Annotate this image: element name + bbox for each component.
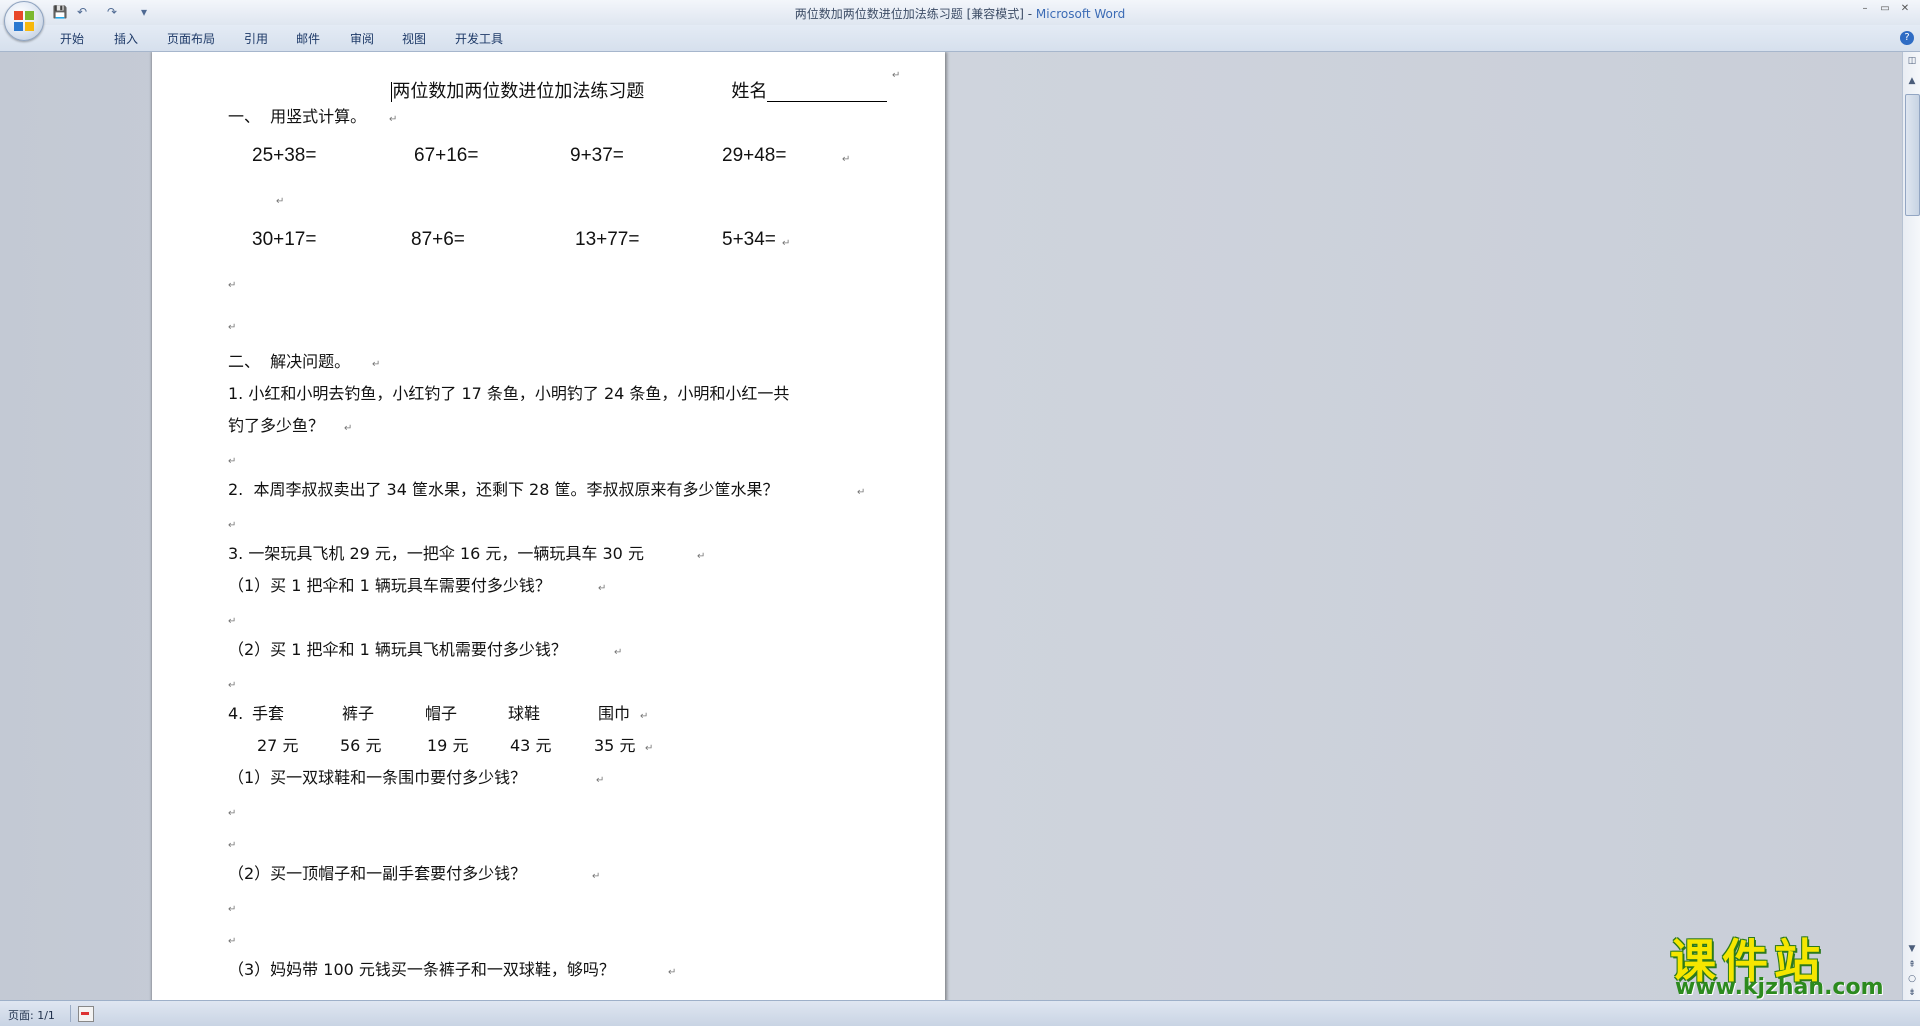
status-bar: 页面: 1/1 [0, 1000, 1920, 1026]
tab-references[interactable]: 引用 [244, 30, 268, 47]
paragraph-mark: ↵ [592, 871, 601, 882]
paragraph-mark: ↵ [228, 456, 237, 467]
document-page[interactable]: 两位数加两位数进位加法练习题 姓名 ↵ 一、 用竖式计算。 ↵ 25+38= 6… [152, 52, 945, 1000]
paragraph-mark: ↵ [228, 322, 237, 333]
item-price: 27 元 [257, 736, 299, 755]
paragraph-mark: ↵ [668, 967, 677, 978]
paragraph-mark: ↵ [389, 114, 398, 125]
item-price: 43 元 [510, 736, 552, 755]
vertical-scrollbar[interactable]: ◫ ▲ ▼ ⇞ ○ ⇟ [1902, 52, 1920, 1000]
paragraph-mark: ↵ [228, 520, 237, 531]
equation: 30+17= [252, 229, 317, 250]
item-name: 球鞋 [508, 704, 541, 723]
page-count[interactable]: 页面: 1/1 [8, 1007, 55, 1023]
paragraph-mark: ↵ [228, 680, 237, 691]
office-logo-icon [14, 11, 34, 31]
equation: 29+48= [722, 145, 787, 166]
item-price: 35 元 [594, 736, 636, 755]
item-price: 56 元 [340, 736, 382, 755]
app-name: Microsoft Word [1035, 7, 1126, 21]
tab-page-layout[interactable]: 页面布局 [167, 30, 215, 47]
equation: 5+34= [722, 229, 776, 250]
item-price: 19 元 [427, 736, 469, 755]
paragraph-mark: ↵ [228, 936, 237, 947]
name-field: 姓名 [697, 62, 888, 122]
paragraph-mark: ↵ [276, 196, 285, 207]
office-button[interactable] [4, 1, 44, 41]
paragraph-mark: ↵ [645, 743, 654, 754]
document-workspace: 两位数加两位数进位加法练习题 姓名 ↵ 一、 用竖式计算。 ↵ 25+38= 6… [0, 52, 1902, 1000]
item-name: 帽子 [425, 704, 458, 723]
tab-view[interactable]: 视图 [402, 30, 426, 47]
name-label: 姓名 [731, 81, 768, 102]
document-title: 两位数加两位数进位加法练习题 [兼容模式] - [794, 7, 1036, 21]
paragraph-mark: ↵ [640, 711, 649, 722]
question-4-part-2: （2）买一顶帽子和一副手套要付多少钱？ [228, 864, 527, 883]
question-3-part-2: （2）买 1 把伞和 1 辆玩具飞机需要付多少钱？ [228, 640, 567, 659]
doc-title-line: 两位数加两位数进位加法练习题 [357, 62, 644, 122]
paragraph-mark: ↵ [598, 583, 607, 594]
paragraph-mark: ↵ [596, 775, 605, 786]
question-4-number: 4. [228, 704, 244, 723]
question-2: 2. 本周李叔叔卖出了 34 筐水果，还剩下 28 筐。李叔叔原来有多少筐水果？ [228, 480, 779, 499]
section1-heading: 一、 用竖式计算。 [228, 107, 367, 126]
paragraph-mark: ↵ [228, 840, 237, 851]
question-1-line-2: 钓了多少鱼？ [228, 416, 325, 435]
browse-object-icon[interactable]: ○ [1904, 972, 1920, 986]
doc-title: 两位数加两位数进位加法练习题 [392, 81, 645, 102]
paragraph-mark: ↵ [614, 647, 623, 658]
paragraph-mark: ↵ [697, 551, 706, 562]
help-icon[interactable]: ? [1900, 31, 1914, 45]
window-title: 两位数加两位数进位加法练习题 [兼容模式] - Microsoft Word [0, 5, 1920, 22]
tab-home[interactable]: 开始 [60, 30, 84, 47]
scroll-up-icon[interactable]: ▲ [1904, 74, 1920, 88]
scrollbar-thumb[interactable] [1905, 94, 1920, 216]
ribbon-tabs: 开始 插入 页面布局 引用 邮件 审阅 视图 开发工具 ? [0, 25, 1920, 52]
proofing-icon[interactable] [78, 1006, 94, 1022]
paragraph-mark: ↵ [892, 70, 901, 81]
equation: 9+37= [570, 145, 624, 166]
paragraph-mark: ↵ [372, 359, 381, 370]
close-button[interactable]: ✕ [1896, 2, 1914, 16]
title-bar: 💾 ↶ ↷ ▾ 两位数加两位数进位加法练习题 [兼容模式] - Microsof… [0, 0, 1920, 25]
scroll-down-icon[interactable]: ▼ [1904, 942, 1920, 956]
tab-developer[interactable]: 开发工具 [455, 30, 503, 47]
item-name: 裤子 [342, 704, 375, 723]
paragraph-mark: ↵ [228, 280, 237, 291]
window-controls: – ▭ ✕ [1856, 2, 1916, 16]
tab-mailings[interactable]: 邮件 [296, 30, 320, 47]
watermark-url: www.kjzhan.com [1675, 975, 1884, 1000]
equation: 25+38= [252, 145, 317, 166]
status-separator [70, 1005, 71, 1022]
paragraph-mark: ↵ [228, 808, 237, 819]
paragraph-mark: ↵ [857, 487, 866, 498]
item-name: 手套 [252, 704, 285, 723]
watermark-logo: 课件站 www.kjzhan.com [1665, 925, 1905, 1000]
name-blank[interactable] [767, 85, 888, 102]
question-4-part-1: （1）买一双球鞋和一条围巾要付多少钱？ [228, 768, 527, 787]
paragraph-mark: ↵ [842, 154, 851, 165]
restore-button[interactable]: ▭ [1876, 2, 1894, 16]
question-3: 3. 一架玩具飞机 29 元，一把伞 16 元，一辆玩具车 30 元 [228, 544, 644, 563]
equation: 13+77= [575, 229, 640, 250]
paragraph-mark: ↵ [228, 616, 237, 627]
minimize-button[interactable]: – [1856, 2, 1874, 16]
question-4-part-3: （3）妈妈带 100 元钱买一条裤子和一双球鞋，够吗？ [228, 960, 615, 979]
equation: 67+16= [414, 145, 479, 166]
question-3-part-1: （1）买 1 把伞和 1 辆玩具车需要付多少钱？ [228, 576, 551, 595]
tab-review[interactable]: 审阅 [350, 30, 374, 47]
item-name: 围巾 [598, 704, 631, 723]
paragraph-mark: ↵ [782, 238, 791, 249]
section2-heading: 二、 解决问题。 [228, 352, 351, 371]
tab-insert[interactable]: 插入 [114, 30, 138, 47]
paragraph-mark: ↵ [344, 423, 353, 434]
next-page-icon[interactable]: ⇟ [1904, 986, 1920, 1000]
equation: 87+6= [411, 229, 465, 250]
paragraph-mark: ↵ [228, 904, 237, 915]
ruler-toggle-icon[interactable]: ◫ [1904, 54, 1920, 68]
previous-page-icon[interactable]: ⇞ [1904, 958, 1920, 972]
question-1-line-1: 1. 小红和小明去钓鱼，小红钓了 17 条鱼，小明钓了 24 条鱼，小明和小红一… [228, 384, 790, 403]
